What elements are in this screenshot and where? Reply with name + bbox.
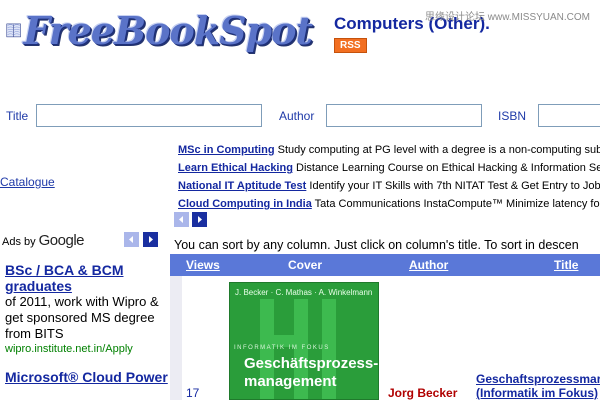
logo-text: FreeBookSpot bbox=[23, 7, 313, 53]
ad-item: BSc / BCA & BCM graduates of 2011, work … bbox=[5, 262, 170, 356]
cover-title-line: management bbox=[244, 373, 337, 390]
views-count: 17 bbox=[186, 386, 200, 400]
column-header-author[interactable]: Author bbox=[409, 258, 448, 272]
column-header-title[interactable]: Title bbox=[554, 258, 578, 272]
book-title-line: Geschaftsprozessmar bbox=[476, 372, 600, 386]
sponsored-link-text: Tata Communications InstaCompute™ Minimi… bbox=[314, 198, 600, 210]
rss-badge[interactable]: RSS bbox=[334, 38, 367, 53]
ad-url[interactable]: wipro.institute.net.in/Apply bbox=[5, 342, 170, 356]
author-search-input[interactable] bbox=[326, 104, 482, 127]
site-logo[interactable]: FreeBookSpot bbox=[6, 4, 313, 56]
ads-by-google[interactable]: Ads by Google bbox=[2, 232, 85, 249]
ads-next-button[interactable] bbox=[143, 232, 158, 247]
chevron-right-icon bbox=[198, 216, 202, 223]
cover-title: Geschäftsprozess- management bbox=[244, 355, 378, 391]
book-author[interactable]: Jorg Becker bbox=[388, 386, 457, 400]
sponsored-link-title[interactable]: Learn Ethical Hacking bbox=[178, 162, 293, 174]
sponsored-link: MSc in Computing Study computing at PG l… bbox=[178, 143, 600, 157]
google-label: Google bbox=[38, 232, 85, 249]
ad-title[interactable]: Microsoft® Cloud Power bbox=[5, 369, 170, 385]
cover-series: INFORMATIK IM FOKUS bbox=[234, 345, 330, 351]
table-header: Views Cover Author Title bbox=[170, 254, 600, 276]
book-cover-image[interactable]: J. Becker · C. Mathas · A. Winkelmann IN… bbox=[229, 282, 379, 400]
sponsored-link: Cloud Computing in India Tata Communicat… bbox=[178, 197, 600, 211]
author-label: Author bbox=[279, 109, 315, 123]
chevron-left-icon bbox=[179, 216, 183, 223]
sponsored-nav bbox=[174, 212, 207, 227]
sort-instructions: You can sort by any column. Just click o… bbox=[174, 238, 579, 252]
title-search-input[interactable] bbox=[36, 104, 262, 127]
chevron-right-icon bbox=[149, 236, 153, 243]
sponsored-link-text: Distance Learning Course on Ethical Hack… bbox=[296, 162, 600, 174]
column-header-views[interactable]: Views bbox=[186, 258, 220, 272]
ads-by-label: Ads by bbox=[2, 236, 36, 248]
ads-nav bbox=[124, 232, 158, 247]
isbn-label: ISBN bbox=[498, 109, 527, 123]
cover-title-line: Geschäftsprozess- bbox=[244, 355, 379, 372]
sponsored-link-title[interactable]: Cloud Computing in India bbox=[178, 198, 312, 210]
isbn-search-input[interactable] bbox=[538, 104, 600, 127]
watermark-text: 思缘设计论坛 www.MISSYUAN.COM bbox=[425, 12, 591, 23]
ad-title[interactable]: BSc / BCA & BCM graduates bbox=[5, 262, 170, 294]
catalogue-link[interactable]: Catalogue bbox=[0, 175, 55, 189]
sponsored-link-title[interactable]: MSc in Computing bbox=[178, 144, 275, 156]
book-title-line: (Informatik im Fokus) bbox=[476, 386, 599, 400]
next-button[interactable] bbox=[192, 212, 207, 227]
sponsored-link-title[interactable]: National IT Aptitude Test bbox=[178, 180, 306, 192]
column-header-cover: Cover bbox=[288, 258, 323, 272]
ad-item: Microsoft® Cloud Power bbox=[5, 369, 170, 385]
sponsored-link: Learn Ethical Hacking Distance Learning … bbox=[178, 161, 600, 175]
search-bar: Title Author ISBN bbox=[0, 102, 600, 128]
sponsored-link-text: Identify your IT Skills with 7th NITAT T… bbox=[309, 180, 600, 192]
ads-previous-button[interactable] bbox=[124, 232, 139, 247]
title-label: Title bbox=[6, 109, 29, 123]
chevron-left-icon bbox=[129, 236, 133, 243]
sponsored-link-text: Study computing at PG level with a degre… bbox=[277, 144, 600, 156]
ad-body: of 2011, work with Wipro & get sponsored… bbox=[5, 294, 159, 341]
previous-button[interactable] bbox=[174, 212, 189, 227]
book-title-link[interactable]: Geschaftsprozessmar (Informatik im Fokus… bbox=[476, 372, 600, 400]
sponsored-link: National IT Aptitude Test Identify your … bbox=[178, 179, 600, 193]
open-book-icon bbox=[6, 23, 21, 38]
